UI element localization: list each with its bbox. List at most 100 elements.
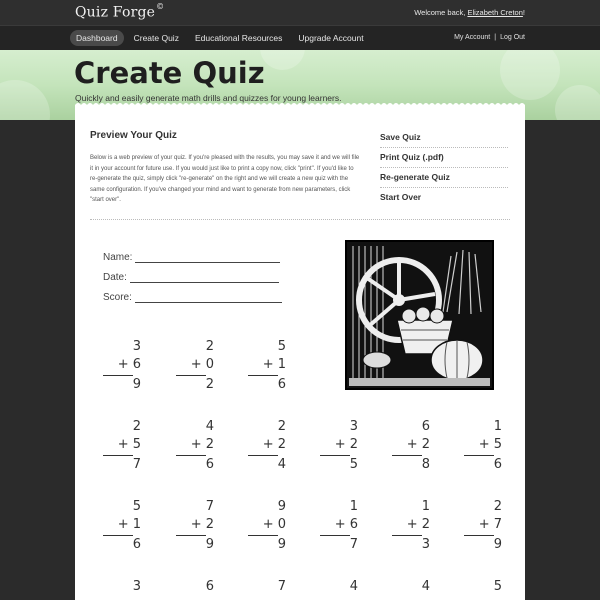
- addend-top: 3: [132, 579, 141, 594]
- nav-item-educational-resources[interactable]: Educational Resources: [189, 30, 288, 46]
- score-line: [134, 293, 282, 303]
- addend-bottom: + 0: [190, 357, 214, 372]
- hero-bubble: [500, 50, 560, 100]
- user-name-link[interactable]: Elizabeth Creton: [467, 8, 522, 17]
- addend-bottom: + 1: [117, 517, 141, 532]
- sum-result: 7: [349, 537, 358, 552]
- sum-result: 9: [277, 537, 286, 552]
- score-label: Score:: [103, 292, 132, 303]
- addend-top: 1: [349, 499, 358, 514]
- hero-bubble: [555, 85, 600, 120]
- addend-bottom: + 2: [190, 517, 214, 532]
- addend-top: 4: [421, 579, 430, 594]
- account-separator: |: [494, 34, 497, 41]
- harvest-illustration: [345, 240, 494, 390]
- sum-result: 6: [205, 457, 214, 472]
- date-label: Date:: [103, 272, 127, 283]
- addend-top: 4: [205, 419, 214, 434]
- math-problem: 3 + 6 9: [85, 338, 145, 394]
- account-links: My Account | Log Out: [454, 34, 525, 41]
- addend-bottom: + 5: [478, 437, 502, 452]
- date-line: [129, 273, 279, 283]
- section-divider: [90, 219, 510, 220]
- addend-top: 1: [421, 499, 430, 514]
- addend-bottom: + 2: [190, 437, 214, 452]
- addend-top: 2: [277, 419, 286, 434]
- regenerate-quiz-button[interactable]: Re-generate Quiz: [380, 168, 508, 188]
- top-bar: Quiz Forge© Welcome back, Elizabeth Cret…: [0, 0, 600, 26]
- start-over-button[interactable]: Start Over: [380, 188, 508, 207]
- addend-top: 2: [493, 499, 502, 514]
- harvest-illustration-icon: [347, 242, 492, 388]
- welcome-message: Welcome back, Elizabeth Creton!: [414, 8, 525, 17]
- sum-result: 4: [277, 457, 286, 472]
- math-problem: 2 + 7 9: [446, 498, 506, 554]
- nav-item-create-quiz[interactable]: Create Quiz: [128, 30, 185, 46]
- my-account-link[interactable]: My Account: [454, 34, 490, 41]
- addend-top: 3: [132, 339, 141, 354]
- nav-item-dashboard[interactable]: Dashboard: [70, 30, 124, 46]
- sum-result: 9: [132, 377, 141, 392]
- paper-scalloped-edge: [75, 103, 525, 109]
- name-line: [135, 253, 281, 263]
- sum-result: 9: [205, 537, 214, 552]
- addend-bottom: + 1: [262, 357, 286, 372]
- main-nav: Dashboard Create Quiz Educational Resource…: [0, 26, 600, 50]
- name-label: Name:: [103, 252, 133, 263]
- hero-bubble: [0, 80, 50, 120]
- math-problem: 3 + 2 5: [302, 418, 362, 474]
- sum-result: 8: [421, 457, 430, 472]
- math-problem: 2 + 2 4: [230, 418, 290, 474]
- page-title: Create Quiz: [74, 56, 265, 90]
- addend-bottom: + 6: [334, 517, 358, 532]
- score-field: Score:: [103, 292, 282, 303]
- sum-result: 9: [493, 537, 502, 552]
- math-problem: 7: [230, 578, 290, 596]
- math-problem: 1 + 6 7: [302, 498, 362, 554]
- addend-top: 6: [421, 419, 430, 434]
- addend-top: 7: [277, 579, 286, 594]
- math-problem: 5 + 1 6: [230, 338, 290, 394]
- math-problem: 6 + 2 8: [374, 418, 434, 474]
- sum-result: 3: [421, 537, 430, 552]
- welcome-prefix: Welcome back,: [414, 8, 466, 17]
- addend-bottom: + 2: [406, 517, 430, 532]
- logout-link[interactable]: Log Out: [500, 34, 525, 41]
- logo-text: Quiz Forge: [75, 4, 156, 21]
- hero-bubble: [260, 50, 305, 70]
- date-field: Date:: [103, 272, 279, 283]
- logo-mark: ©: [156, 2, 165, 11]
- math-problem: 9 + 0 9: [230, 498, 290, 554]
- math-problem: 1 + 5 6: [446, 418, 506, 474]
- quiz-forge-logo[interactable]: Quiz Forge©: [75, 2, 165, 21]
- addend-bottom: + 2: [334, 437, 358, 452]
- sum-result: 6: [132, 537, 141, 552]
- math-problem: 2 + 0 2: [158, 338, 218, 394]
- nav-item-upgrade-account[interactable]: Upgrade Account: [292, 30, 369, 46]
- addend-top: 7: [205, 499, 214, 514]
- addend-top: 1: [493, 419, 502, 434]
- addend-top: 6: [205, 579, 214, 594]
- print-quiz-button[interactable]: Print Quiz (.pdf): [380, 148, 508, 168]
- math-problem: 3: [85, 578, 145, 596]
- sum-result: 7: [132, 457, 141, 472]
- preview-title: Preview Your Quiz: [90, 130, 177, 141]
- save-quiz-button[interactable]: Save Quiz: [380, 128, 508, 148]
- addend-top: 2: [132, 419, 141, 434]
- math-problem: 4: [374, 578, 434, 596]
- math-problem: 7 + 2 9: [158, 498, 218, 554]
- sum-result: 5: [349, 457, 358, 472]
- addend-bottom: + 5: [117, 437, 141, 452]
- sum-result: 6: [277, 377, 286, 392]
- addend-bottom: + 2: [406, 437, 430, 452]
- math-problem: 5 + 1 6: [85, 498, 145, 554]
- quiz-actions: Save Quiz Print Quiz (.pdf) Re-generate …: [380, 128, 508, 207]
- math-problem: 2 + 5 7: [85, 418, 145, 474]
- math-problem: 4: [302, 578, 362, 596]
- addend-top: 9: [277, 499, 286, 514]
- welcome-suffix: !: [522, 8, 525, 17]
- addend-bottom: + 2: [262, 437, 286, 452]
- sum-result: 6: [493, 457, 502, 472]
- math-problem: 5: [446, 578, 506, 596]
- addend-bottom: + 6: [117, 357, 141, 372]
